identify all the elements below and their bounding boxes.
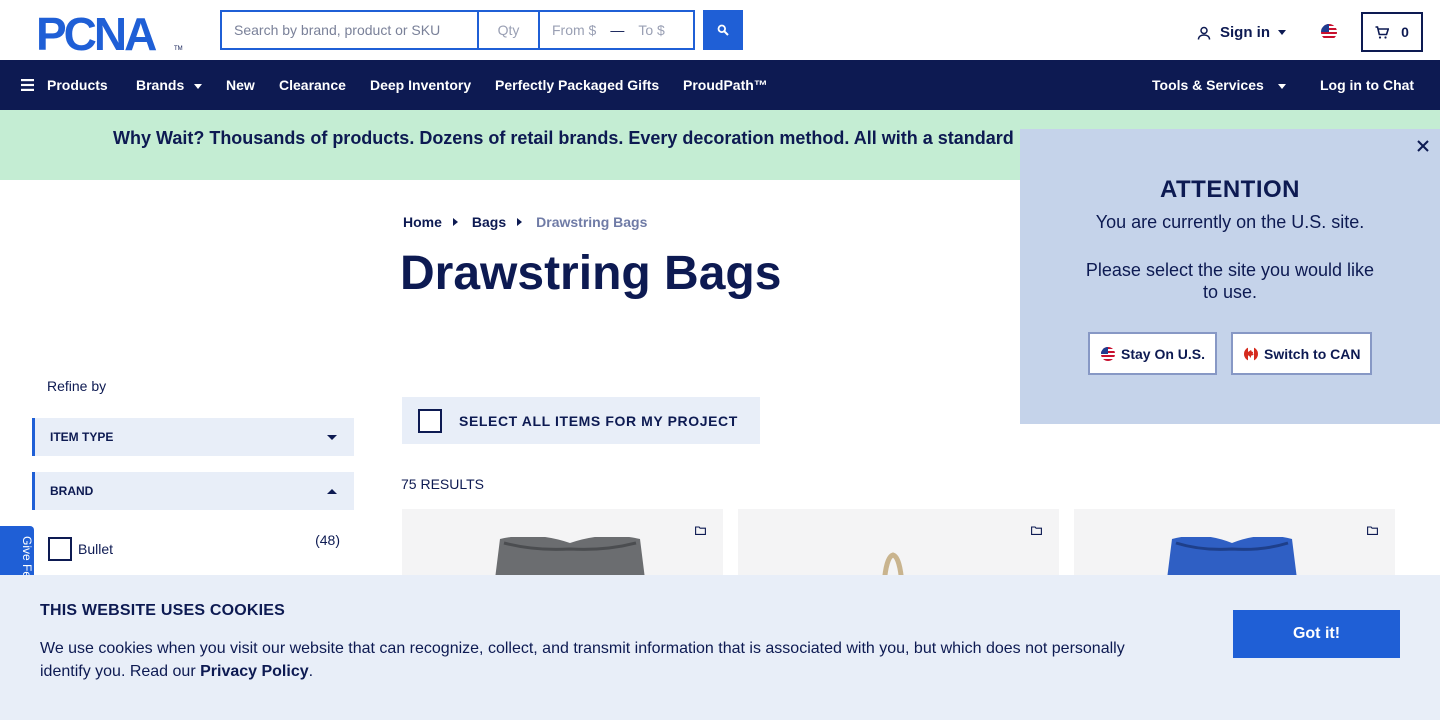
cookie-banner: THIS WEBSITE USES COOKIES We use cookies… xyxy=(0,575,1440,720)
nav-deep-inventory[interactable]: Deep Inventory xyxy=(370,60,471,110)
folder-icon[interactable] xyxy=(695,526,706,535)
pcna-logo[interactable]: PCNA TM xyxy=(36,12,184,52)
nav-brands[interactable]: Brands xyxy=(136,60,203,110)
modal-instruction: Please select the site you would like to… xyxy=(1085,260,1375,302)
chevron-right-icon xyxy=(452,218,458,226)
promo-text[interactable]: Why Wait? Thousands of products. Dozens … xyxy=(113,128,1014,149)
cookie-title: THIS WEBSITE USES COOKIES xyxy=(40,602,286,619)
switch-can-label: Switch to CAN xyxy=(1264,345,1361,362)
chevron-up-icon xyxy=(327,488,337,494)
sign-in-menu[interactable]: Sign in xyxy=(1197,24,1286,41)
facet-item-type-label: ITEM TYPE xyxy=(50,430,114,444)
site-region-modal: ATTENTION You are currently on the U.S. … xyxy=(1020,129,1440,424)
chevron-right-icon xyxy=(517,218,523,226)
brand-checkbox[interactable] xyxy=(48,537,72,561)
cart-icon xyxy=(1375,25,1390,39)
switch-can-button[interactable]: Switch to CAN xyxy=(1231,332,1373,375)
search-input[interactable]: Search by brand, product or SKU xyxy=(222,12,479,48)
breadcrumb-bags[interactable]: Bags xyxy=(472,214,506,230)
brand-option-count: (48) xyxy=(315,532,340,548)
search-icon xyxy=(717,24,729,36)
svg-text:TM: TM xyxy=(174,46,183,52)
nav-brands-label: Brands xyxy=(136,77,185,93)
nav-packaged-gifts-label: Perfectly Packaged Gifts xyxy=(495,77,660,93)
range-dash: — xyxy=(610,22,625,38)
chevron-down-icon xyxy=(1277,83,1286,89)
search-bar: Search by brand, product or SKU Qty From… xyxy=(220,10,695,50)
facet-brand[interactable]: BRAND xyxy=(32,472,354,510)
modal-actions: Stay On U.S. Switch to CAN xyxy=(1088,332,1373,375)
select-all-bar[interactable]: SELECT ALL ITEMS FOR MY PROJECT xyxy=(402,397,760,444)
search-button[interactable] xyxy=(703,10,743,50)
nav-new-label: New xyxy=(226,77,255,93)
price-from-input[interactable]: From $ xyxy=(552,22,596,38)
nav-clearance-label: Clearance xyxy=(279,77,346,93)
nav-clearance[interactable]: Clearance xyxy=(279,60,346,110)
facet-item-type[interactable]: ITEM TYPE xyxy=(32,418,354,456)
sign-in-label: Sign in xyxy=(1220,24,1270,41)
breadcrumb-home[interactable]: Home xyxy=(403,214,442,230)
cart-count: 0 xyxy=(1401,24,1409,40)
breadcrumb-current: Drawstring Bags xyxy=(536,214,648,230)
modal-current-site: You are currently on the U.S. site. xyxy=(1095,212,1365,232)
brand-option-label: Bullet xyxy=(78,541,114,557)
chevron-down-icon xyxy=(1278,30,1286,35)
nav-proudpath-label: ProudPath™ xyxy=(683,77,768,93)
nav-proudpath[interactable]: ProudPath™ xyxy=(683,60,768,110)
breadcrumb: Home Bags Drawstring Bags xyxy=(403,214,647,230)
site-header: PCNA TM Search by brand, product or SKU … xyxy=(0,0,1440,60)
close-icon[interactable] xyxy=(1416,139,1430,153)
folder-icon[interactable] xyxy=(1367,526,1378,535)
nav-packaged-gifts[interactable]: Perfectly Packaged Gifts xyxy=(495,60,659,110)
cookie-body: We use cookies when you visit our websit… xyxy=(40,637,1150,683)
user-icon xyxy=(1197,26,1211,40)
nav-deep-inventory-label: Deep Inventory xyxy=(370,77,472,93)
select-all-label: SELECT ALL ITEMS FOR MY PROJECT xyxy=(459,412,738,429)
us-flag-icon xyxy=(1101,346,1115,361)
accept-cookies-button[interactable]: Got it! xyxy=(1233,610,1400,658)
cookie-text-end: . xyxy=(308,663,314,680)
nav-new[interactable]: New xyxy=(226,60,255,110)
refine-label: Refine by xyxy=(47,378,107,394)
price-range: From $ — To $ xyxy=(540,12,695,48)
facet-brand-label: BRAND xyxy=(50,484,94,498)
page-title: Drawstring Bags xyxy=(400,247,782,300)
canada-flag-icon xyxy=(1244,346,1259,361)
cart-button[interactable]: 0 xyxy=(1361,12,1423,52)
folder-icon[interactable] xyxy=(1031,526,1042,535)
chevron-down-icon xyxy=(194,83,203,89)
nav-products-label: Products xyxy=(47,77,108,93)
main-nav: Products Brands New Clearance Deep Inven… xyxy=(0,60,1440,110)
quantity-input[interactable]: Qty xyxy=(479,12,540,48)
nav-products[interactable]: Products xyxy=(21,60,108,110)
nav-chat-login[interactable]: Log in to Chat xyxy=(1320,60,1414,110)
stay-us-label: Stay On U.S. xyxy=(1121,345,1206,362)
results-count: 75 RESULTS xyxy=(401,476,484,492)
nav-tools-services[interactable]: Tools & Services xyxy=(1152,60,1286,110)
nav-tools-services-label: Tools & Services xyxy=(1152,77,1264,93)
select-all-checkbox[interactable] xyxy=(418,408,442,433)
brand-option-bullet[interactable]: Bullet (48) xyxy=(48,532,340,561)
modal-heading: ATTENTION xyxy=(1159,176,1301,203)
chevron-down-icon xyxy=(327,434,337,440)
stay-us-button[interactable]: Stay On U.S. xyxy=(1088,332,1218,375)
privacy-policy-link[interactable]: Privacy Policy xyxy=(200,663,309,680)
us-flag-icon[interactable] xyxy=(1321,24,1337,40)
menu-icon xyxy=(21,79,34,91)
logo-text: PCNA xyxy=(36,12,156,52)
price-to-input[interactable]: To $ xyxy=(638,22,664,38)
nav-chat-login-label: Log in to Chat xyxy=(1320,77,1415,93)
